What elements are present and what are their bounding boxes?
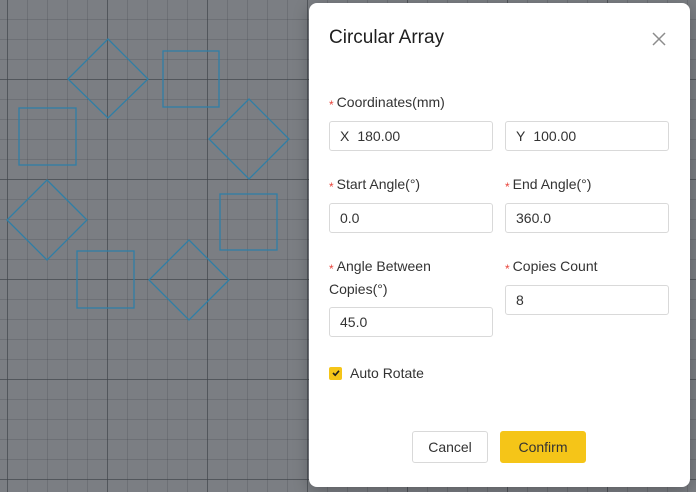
- checkmark-icon: [331, 370, 340, 377]
- circular-array-dialog: Circular Array *Coordinates(mm) X Y *Sta…: [309, 3, 690, 487]
- auto-rotate-checkbox[interactable]: [329, 366, 342, 380]
- close-icon[interactable]: [649, 29, 669, 49]
- auto-rotate-label: Auto Rotate: [350, 365, 424, 381]
- angle-between-label: * Angle Between Copies(°): [329, 258, 431, 297]
- array-shape[interactable]: [148, 239, 230, 321]
- coordinates-label: * Coordinates(mm): [329, 94, 445, 112]
- end-angle-field[interactable]: [505, 203, 669, 233]
- confirm-button[interactable]: Confirm: [500, 431, 586, 463]
- start-angle-label: * Start Angle(°): [329, 176, 421, 194]
- angle-between-input[interactable]: [340, 314, 450, 330]
- required-marker: *: [505, 180, 510, 194]
- array-shape[interactable]: [219, 193, 278, 251]
- copies-count-field[interactable]: [505, 285, 669, 315]
- required-marker: *: [329, 98, 334, 112]
- start-angle-input[interactable]: [340, 210, 450, 226]
- array-shape[interactable]: [6, 179, 88, 261]
- coordinate-x-input[interactable]: [357, 128, 468, 144]
- cancel-button[interactable]: Cancel: [412, 431, 488, 463]
- y-prefix: Y: [516, 128, 526, 144]
- coordinate-y-field[interactable]: Y: [505, 121, 669, 151]
- required-marker: *: [329, 262, 334, 276]
- required-marker: *: [505, 262, 510, 276]
- array-shape[interactable]: [76, 250, 135, 309]
- end-angle-label: * End Angle(°): [505, 176, 592, 194]
- dialog-title: Circular Array: [329, 27, 445, 48]
- angle-between-field[interactable]: [329, 307, 493, 337]
- coordinate-y-input[interactable]: [533, 128, 644, 144]
- required-marker: *: [329, 180, 334, 194]
- copies-count-label: * Copies Count: [505, 258, 598, 276]
- array-shape[interactable]: [18, 107, 77, 166]
- array-shape[interactable]: [67, 38, 149, 119]
- coordinate-x-field[interactable]: X: [329, 121, 493, 151]
- copies-count-input[interactable]: [516, 292, 626, 308]
- array-shape[interactable]: [162, 50, 220, 108]
- x-prefix: X: [340, 128, 350, 144]
- end-angle-input[interactable]: [516, 210, 626, 226]
- start-angle-field[interactable]: [329, 203, 493, 233]
- array-shape[interactable]: [208, 98, 290, 180]
- auto-rotate-row[interactable]: Auto Rotate: [329, 365, 424, 381]
